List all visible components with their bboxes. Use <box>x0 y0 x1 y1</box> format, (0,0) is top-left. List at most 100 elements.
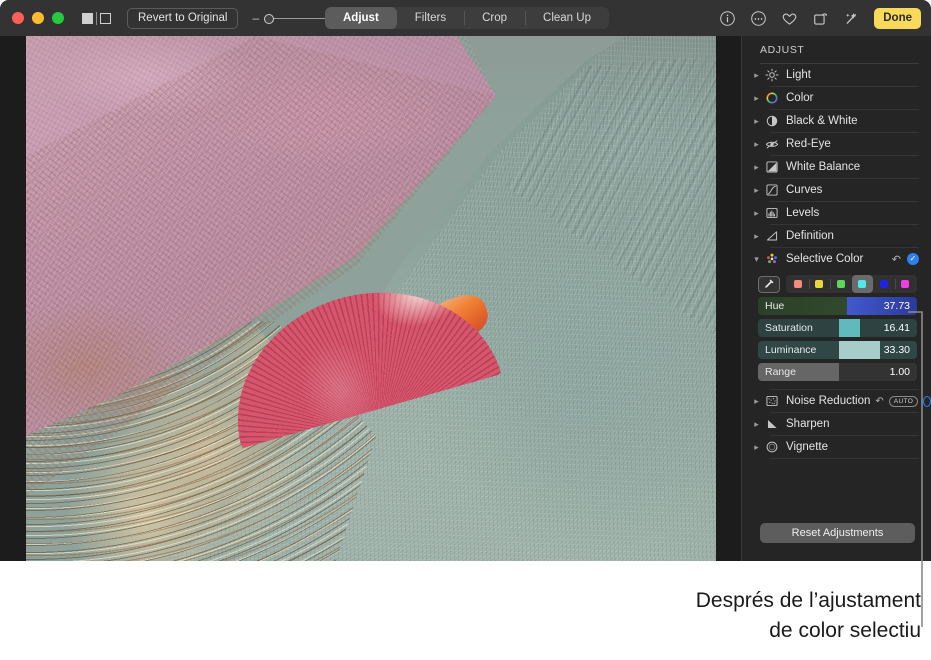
slider-range-label: Range <box>765 366 796 378</box>
more-options-icon[interactable] <box>750 10 767 27</box>
zoom-window-button[interactable] <box>52 12 64 24</box>
reset-adjustments-button[interactable]: Reset Adjustments <box>760 523 915 543</box>
slider-saturation[interactable]: Saturation 16.41 <box>758 319 917 337</box>
tab-adjust[interactable]: Adjust <box>325 7 397 29</box>
sidebar-item-sharpen[interactable]: ▸ Sharpen <box>742 413 931 435</box>
caption-line-1: Després de l’ajustament <box>695 589 921 612</box>
noise-reduction-toggle[interactable] <box>923 395 931 407</box>
chevron-right-icon[interactable]: ▸ <box>752 442 761 453</box>
row-divider <box>770 458 919 459</box>
chevron-right-icon[interactable]: ▸ <box>752 93 761 104</box>
sidebar-item-label: Definition <box>786 230 834 242</box>
swatch-red[interactable] <box>787 275 809 293</box>
slider-luminance-value: 33.30 <box>883 344 910 356</box>
minimize-window-button[interactable] <box>32 12 44 24</box>
sun-icon <box>764 67 780 83</box>
zoom-slider-track[interactable] <box>264 12 329 25</box>
color-wheel-icon <box>764 90 780 106</box>
levels-icon <box>764 205 780 221</box>
sidebar-item-label: Levels <box>786 207 820 219</box>
sidebar-item-label: Black & White <box>786 115 858 127</box>
sidebar-item-noise-reduction[interactable]: ▸ Noise Reduction ↶ AUTO <box>742 390 931 412</box>
chevron-down-icon[interactable]: ▾ <box>752 254 761 265</box>
swatch-cyan-chip <box>858 280 867 288</box>
window-toolbar: Revert to Original – + Adjust Filters Cr… <box>0 0 931 36</box>
close-window-button[interactable] <box>12 12 24 24</box>
auto-badge[interactable]: AUTO <box>888 395 919 407</box>
sidebar-item-color[interactable]: ▸ Color <box>742 87 931 109</box>
done-button[interactable]: Done <box>874 7 921 29</box>
sidebar-item-label: Noise Reduction <box>786 395 871 407</box>
chevron-right-icon[interactable]: ▸ <box>752 396 761 407</box>
filled-square-icon <box>82 12 93 24</box>
chevron-right-icon[interactable]: ▸ <box>752 139 761 150</box>
slider-range[interactable]: Range 1.00 <box>758 363 917 381</box>
swatch-green-chip <box>836 280 845 288</box>
half-circle-icon <box>764 113 780 129</box>
sidebar-item-light[interactable]: ▸ Light <box>742 64 931 86</box>
chevron-right-icon[interactable]: ▸ <box>752 419 761 430</box>
checkmark-icon[interactable]: ✓ <box>907 253 919 265</box>
swatch-blue[interactable] <box>873 275 895 293</box>
undo-icon[interactable]: ↶ <box>875 396 883 407</box>
eye-slash-icon <box>764 136 780 152</box>
swatch-magenta[interactable] <box>894 275 917 293</box>
tab-crop[interactable]: Crop <box>464 7 525 29</box>
sidebar-item-selective-color[interactable]: ▾ Selective Color ↶ ✓ <box>742 248 931 270</box>
caption-line-2: de color selectiu <box>769 619 921 642</box>
swatch-green[interactable] <box>830 275 852 293</box>
zoom-slider-knob[interactable] <box>264 13 275 24</box>
toolbar-right-icons: Done <box>719 0 921 36</box>
rotate-icon[interactable] <box>812 10 829 27</box>
edited-photo-seashell-on-teal-towel[interactable] <box>26 36 716 561</box>
chevron-right-icon[interactable]: ▸ <box>752 162 761 173</box>
favorite-heart-icon[interactable] <box>781 10 798 27</box>
swatch-blue-chip <box>879 280 888 288</box>
sidebar-item-black-and-white[interactable]: ▸ Black & White <box>742 110 931 132</box>
auto-enhance-icon[interactable] <box>843 10 860 27</box>
sidebar-item-white-balance[interactable]: ▸ White Balance <box>742 156 931 178</box>
chevron-right-icon[interactable]: ▸ <box>752 116 761 127</box>
swatch-magenta-chip <box>901 280 910 288</box>
slider-hue-label: Hue <box>765 300 785 312</box>
curves-icon <box>764 182 780 198</box>
slider-luminance-label: Luminance <box>765 344 817 356</box>
tab-clean-up[interactable]: Clean Up <box>525 7 609 29</box>
slider-luminance[interactable]: Luminance 33.30 <box>758 341 917 359</box>
selective-color-swatch-row[interactable] <box>758 275 917 293</box>
color-range-swatches[interactable] <box>786 275 917 293</box>
swatch-yellow[interactable] <box>808 275 831 293</box>
slider-saturation-value: 16.41 <box>883 322 910 334</box>
chevron-right-icon[interactable]: ▸ <box>752 70 761 81</box>
traffic-light-buttons[interactable] <box>12 12 64 24</box>
sidebar-item-red-eye[interactable]: ▸ Red-Eye <box>742 133 931 155</box>
divider-icon <box>96 11 97 25</box>
sidebar-item-curves[interactable]: ▸ Curves <box>742 179 931 201</box>
chevron-right-icon[interactable]: ▸ <box>752 185 761 196</box>
photo-canvas <box>0 36 741 561</box>
eyedropper-icon[interactable] <box>758 275 780 293</box>
swatch-cyan-selected[interactable] <box>851 275 873 293</box>
revert-to-original-button[interactable]: Revert to Original <box>127 7 239 29</box>
definition-icon <box>764 228 780 244</box>
noise-reduction-icon <box>764 393 780 409</box>
edit-mode-tabs[interactable]: Adjust Filters Crop Clean Up <box>325 7 609 29</box>
adjust-panel-title: ADJUST <box>760 44 805 56</box>
tab-filters[interactable]: Filters <box>397 7 464 29</box>
undo-icon[interactable]: ↶ <box>892 253 901 266</box>
chevron-right-icon[interactable]: ▸ <box>752 208 761 219</box>
photo-vignette-overlay <box>26 36 716 561</box>
split-view-toggle[interactable] <box>82 11 111 25</box>
sidebar-item-definition[interactable]: ▸ Definition <box>742 225 931 247</box>
zoom-out-label[interactable]: – <box>252 11 259 25</box>
callout-caption: Després de l’ajustament de color selecti… <box>541 586 921 646</box>
sidebar-item-levels[interactable]: ▸ Levels <box>742 202 931 224</box>
slider-range-value: 1.00 <box>889 366 910 378</box>
sidebar-item-label: Red-Eye <box>786 138 831 150</box>
sidebar-item-vignette[interactable]: ▸ Vignette <box>742 436 931 458</box>
slider-saturation-fill <box>839 319 860 337</box>
chevron-right-icon[interactable]: ▸ <box>752 231 761 242</box>
sharpen-icon <box>764 416 780 432</box>
info-icon[interactable] <box>719 10 736 27</box>
slider-hue[interactable]: Hue 37.73 <box>758 297 917 315</box>
